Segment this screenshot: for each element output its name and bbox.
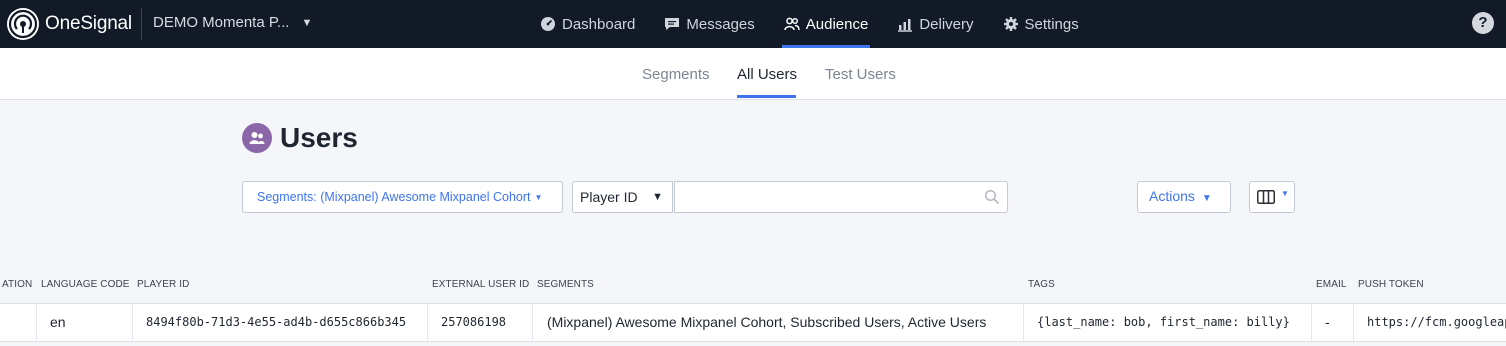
help-icon[interactable]: ? xyxy=(1472,12,1494,34)
nav-audience[interactable]: Audience xyxy=(781,0,870,48)
nav-delivery-label: Delivery xyxy=(919,15,974,33)
actions-label: Actions xyxy=(1149,188,1195,204)
col-external-user-id[interactable]: EXTERNAL USER ID xyxy=(432,279,529,290)
nav-messages-label: Messages xyxy=(686,15,755,33)
cell-language-code: en xyxy=(36,304,132,342)
cell-push-token: https://fcm.googleapis.com xyxy=(1353,304,1506,342)
col-language-code[interactable]: LANGUAGE CODE xyxy=(41,279,130,290)
col-push-token[interactable]: PUSH TOKEN xyxy=(1358,279,1424,290)
brand-name: OneSignal xyxy=(45,13,132,34)
columns-toggle-button[interactable]: ▼ xyxy=(1249,181,1295,213)
tab-segments[interactable]: Segments xyxy=(642,66,710,83)
search-input[interactable] xyxy=(681,183,981,211)
page-title: Users xyxy=(280,122,358,153)
table-row[interactable]: en 8494f80b-71d3-4e55-ad4b-d655c866b345 … xyxy=(0,304,1506,342)
segments-filter-dropdown[interactable]: Segments: (Mixpanel) Awesome Mixpanel Co… xyxy=(242,181,563,213)
settings-gear-icon xyxy=(1003,17,1018,31)
top-nav-bar: OneSignal DEMO Momenta P... ▼ Dashboard … xyxy=(0,0,1506,48)
segments-filter-label: Segments: (Mixpanel) Awesome Mixpanel Co… xyxy=(257,190,531,204)
main-nav: Dashboard Messages Audience Delivery Set… xyxy=(540,0,1108,48)
nav-audience-label: Audience xyxy=(805,15,869,33)
col-player-id[interactable]: PLAYER ID xyxy=(137,279,189,290)
active-tab-indicator xyxy=(737,95,796,98)
audience-subnav: Segments All Users Test Users xyxy=(0,48,1506,100)
audience-icon xyxy=(784,17,800,31)
id-type-select[interactable]: Player ID ▼ xyxy=(572,181,673,213)
dashboard-icon xyxy=(541,17,555,31)
app-selector[interactable]: DEMO Momenta P... ▼ xyxy=(153,14,312,31)
cell-external-user-id: 257086198 xyxy=(427,304,532,342)
nav-settings-label: Settings xyxy=(1024,15,1079,33)
nav-settings[interactable]: Settings xyxy=(1003,0,1079,48)
nav-divider xyxy=(141,8,142,40)
col-location[interactable]: ATION xyxy=(2,279,32,290)
nav-messages[interactable]: Messages xyxy=(664,0,755,48)
nav-dashboard[interactable]: Dashboard xyxy=(540,0,635,48)
columns-icon xyxy=(1257,190,1275,204)
caret-down-icon: ▼ xyxy=(1281,189,1289,198)
tab-all-users[interactable]: All Users xyxy=(737,66,797,83)
cell-segments: (Mixpanel) Awesome Mixpanel Cohort, Subs… xyxy=(532,304,1023,342)
cell-player-id: 8494f80b-71d3-4e55-ad4b-d655c866b345 xyxy=(132,304,427,342)
cell-email: - xyxy=(1311,304,1353,342)
users-table-header: ATION LANGUAGE CODE PLAYER ID EXTERNAL U… xyxy=(0,268,1506,304)
nav-delivery[interactable]: Delivery xyxy=(897,0,974,48)
col-tags[interactable]: TAGS xyxy=(1028,279,1055,290)
cell-location xyxy=(0,304,36,342)
nav-dashboard-label: Dashboard xyxy=(562,15,636,33)
search-field xyxy=(674,181,1008,213)
app-selector-label: DEMO Momenta P... xyxy=(153,14,290,31)
tab-test-users[interactable]: Test Users xyxy=(825,66,896,83)
caret-down-icon: ▼ xyxy=(652,191,663,203)
col-segments[interactable]: SEGMENTS xyxy=(537,279,594,290)
actions-button[interactable]: Actions ▼ xyxy=(1137,181,1231,213)
delivery-icon xyxy=(898,19,913,32)
messages-icon xyxy=(665,18,680,30)
users-icon xyxy=(242,123,272,153)
caret-down-icon: ▼ xyxy=(534,193,543,202)
caret-down-icon: ▼ xyxy=(1201,193,1212,204)
id-type-label: Player ID xyxy=(580,189,638,205)
page-header: Users xyxy=(242,122,358,154)
caret-down-icon: ▼ xyxy=(301,16,313,29)
search-icon[interactable] xyxy=(984,189,1000,205)
col-email[interactable]: EMAIL xyxy=(1316,279,1347,290)
onesignal-logo[interactable]: OneSignal xyxy=(7,8,132,40)
cell-tags: {last_name: bob, first_name: billy} xyxy=(1023,304,1311,342)
onesignal-logo-icon xyxy=(7,8,39,40)
